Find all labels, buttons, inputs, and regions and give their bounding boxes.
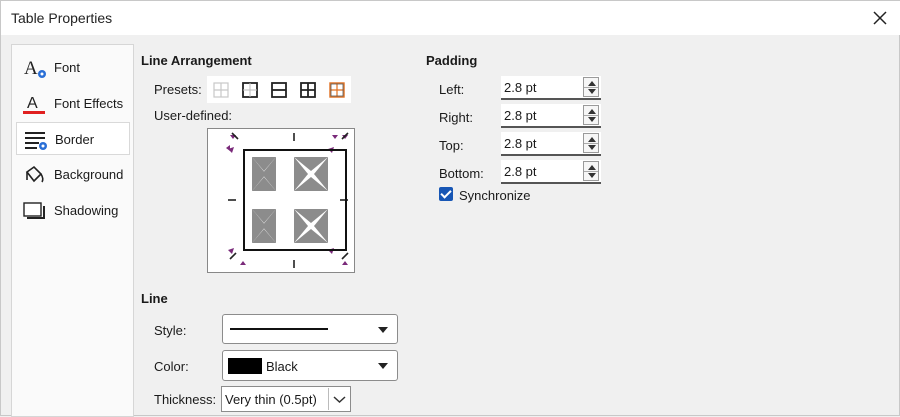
presets-toolbar bbox=[207, 76, 351, 103]
shadowing-icon bbox=[23, 202, 45, 219]
svg-text:A: A bbox=[27, 95, 38, 112]
padding-bottom-spinner[interactable]: 2.8 pt bbox=[501, 160, 601, 184]
chevron-down-icon bbox=[378, 363, 388, 369]
user-defined-label: User-defined: bbox=[154, 108, 233, 123]
line-arrangement-heading: Line Arrangement bbox=[141, 53, 252, 68]
chevron-down-icon bbox=[333, 396, 346, 404]
sidebar-item-background[interactable]: Background bbox=[16, 158, 130, 191]
padding-left-value: 2.8 pt bbox=[504, 80, 537, 95]
padding-right-spinner[interactable]: 2.8 pt bbox=[501, 104, 601, 128]
title-bar: Table Properties bbox=[1, 1, 900, 35]
color-label: Color: bbox=[154, 359, 189, 374]
synchronize-checkbox[interactable] bbox=[439, 187, 453, 201]
font-icon: A bbox=[24, 58, 46, 79]
sidebar-item-font[interactable]: A Font bbox=[16, 51, 130, 84]
padding-left-label: Left: bbox=[439, 82, 465, 97]
preset-outer-border-icon[interactable] bbox=[240, 80, 260, 100]
preset-no-borders-icon[interactable] bbox=[211, 80, 231, 100]
user-defined-border-editor[interactable] bbox=[207, 128, 355, 273]
color-value: Black bbox=[266, 359, 298, 374]
font-effects-icon: A bbox=[23, 95, 45, 114]
line-color-dropdown[interactable]: Black bbox=[222, 350, 398, 381]
border-diagram-icon bbox=[226, 132, 349, 268]
style-label: Style: bbox=[154, 323, 187, 338]
background-icon bbox=[25, 165, 44, 183]
preset-all-borders-icon[interactable] bbox=[298, 80, 318, 100]
sidebar-item-border[interactable]: Border bbox=[16, 122, 130, 155]
line-style-preview bbox=[230, 328, 328, 330]
padding-top-value: 2.8 pt bbox=[504, 136, 537, 151]
thickness-dropdown-button[interactable] bbox=[328, 388, 349, 410]
sidebar-item-label: Border bbox=[55, 132, 95, 147]
line-heading: Line bbox=[141, 291, 168, 306]
spin-buttons[interactable] bbox=[583, 105, 599, 125]
table-properties-dialog: Table Properties A Font A Font Effects B… bbox=[0, 0, 900, 417]
synchronize-label[interactable]: Synchronize bbox=[459, 188, 531, 203]
close-button[interactable] bbox=[865, 5, 895, 31]
padding-right-label: Right: bbox=[439, 110, 473, 125]
sidebar-item-shadowing[interactable]: Shadowing bbox=[16, 194, 130, 227]
padding-right-value: 2.8 pt bbox=[504, 108, 537, 123]
spin-buttons[interactable] bbox=[583, 161, 599, 181]
thickness-value: Very thin (0.5pt) bbox=[225, 392, 317, 407]
svg-text:A: A bbox=[24, 58, 38, 79]
color-swatch bbox=[228, 358, 262, 374]
preset-outer-only-icon[interactable] bbox=[327, 80, 347, 100]
spin-buttons[interactable] bbox=[583, 133, 599, 153]
padding-bottom-value: 2.8 pt bbox=[504, 164, 537, 179]
sidebar-item-label: Font bbox=[54, 60, 81, 75]
padding-top-spinner[interactable]: 2.8 pt bbox=[501, 132, 601, 156]
border-icon bbox=[25, 132, 47, 150]
category-sidebar: A Font A Font Effects Border Background … bbox=[11, 44, 134, 417]
padding-heading: Padding bbox=[426, 53, 478, 68]
presets-label: Presets: bbox=[154, 82, 202, 97]
close-icon bbox=[873, 11, 887, 25]
sidebar-item-font-effects[interactable]: A Font Effects bbox=[16, 87, 130, 120]
sidebar-item-label: Font Effects bbox=[54, 96, 124, 111]
sidebar-item-label: Shadowing bbox=[54, 203, 119, 218]
spin-buttons[interactable] bbox=[583, 77, 599, 97]
preset-outer-horizontal-icon[interactable] bbox=[269, 80, 289, 100]
line-style-dropdown[interactable] bbox=[222, 314, 398, 344]
sidebar-item-label: Background bbox=[54, 167, 124, 182]
chevron-down-icon bbox=[378, 327, 388, 333]
padding-bottom-label: Bottom: bbox=[439, 166, 484, 181]
thickness-label: Thickness: bbox=[154, 392, 217, 407]
padding-left-spinner[interactable]: 2.8 pt bbox=[501, 76, 601, 100]
window-title: Table Properties bbox=[11, 10, 113, 26]
thickness-combo[interactable]: Very thin (0.5pt) bbox=[221, 386, 351, 412]
padding-top-label: Top: bbox=[439, 138, 464, 153]
